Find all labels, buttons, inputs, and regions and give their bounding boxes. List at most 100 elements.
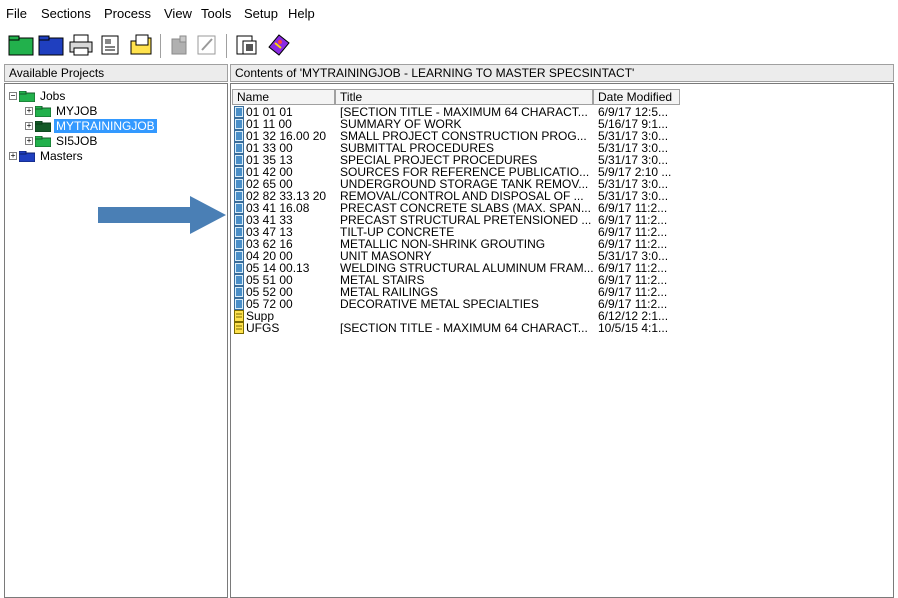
annotation-arrow: [98, 196, 226, 234]
cell-date: 6/9/17 11:2...: [598, 226, 668, 238]
menu-sections[interactable]: Sections: [41, 6, 91, 21]
table-row[interactable]: Supp 6/12/12 2:1...: [233, 310, 683, 322]
menu-tools[interactable]: Tools: [201, 6, 231, 21]
expand-icon[interactable]: +: [25, 137, 33, 145]
cell-title: SUMMARY OF WORK: [340, 118, 462, 130]
cell-date: 5/31/17 3:0...: [598, 130, 669, 142]
expand-icon[interactable]: +: [25, 122, 33, 130]
menu-process[interactable]: Process: [104, 6, 151, 21]
expand-icon[interactable]: +: [9, 152, 17, 160]
table-row[interactable]: 03 62 16 METALLIC NON-SHRINK GROUTING 6/9/…: [233, 238, 683, 250]
edit-disabled-icon[interactable]: [194, 32, 220, 58]
cell-title: SMALL PROJECT CONSTRUCTION PROG...: [340, 130, 587, 142]
cell-title: PRECAST CONCRETE SLABS (MAX. SPAN...: [340, 202, 591, 214]
column-header-title[interactable]: Title: [335, 89, 593, 105]
cell-title: METAL RAILINGS: [340, 286, 439, 298]
cell-name: 03 47 13: [246, 226, 293, 238]
document-icon: [234, 154, 244, 166]
expand-icon[interactable]: +: [25, 107, 33, 115]
contents-list: Name Title Date Modified 01 01 01 [SECTIO…: [230, 83, 894, 598]
toolbar-separator: [160, 34, 161, 58]
cell-name: 03 41 16.08: [246, 202, 310, 214]
open-file-icon[interactable]: [128, 32, 154, 58]
cell-date: 5/31/17 3:0...: [598, 142, 669, 154]
open-folder-icon[interactable]: [38, 32, 64, 58]
tree-item-mytrainingjob[interactable]: + MYTRAININGJOB: [25, 119, 157, 133]
column-header-name[interactable]: Name: [232, 89, 335, 105]
tree-item-jobs[interactable]: − Jobs: [9, 89, 67, 103]
table-row[interactable]: 01 33 00 SUBMITTAL PROCEDURES 5/31/17 3:0.…: [233, 142, 683, 154]
cell-date: 6/9/17 11:2...: [598, 262, 668, 274]
cell-title: DECORATIVE METAL SPECIALTIES: [340, 298, 539, 310]
cell-name: Supp: [246, 310, 275, 322]
table-row[interactable]: 05 14 00.13 WELDING STRUCTURAL ALUMINUM F…: [233, 262, 683, 274]
new-job-icon[interactable]: [8, 32, 34, 58]
document-icon: [234, 166, 244, 178]
document-icon: [234, 130, 244, 142]
table-row[interactable]: 03 47 13 TILT-UP CONCRETE 6/9/17 11:2...: [233, 226, 683, 238]
table-row[interactable]: 02 65 00 UNDERGROUND STORAGE TANK REMOV..…: [233, 178, 683, 190]
cell-date: 5/31/17 3:0...: [598, 178, 669, 190]
table-row[interactable]: 01 42 00 SOURCES FOR REFERENCE PUBLICATIO…: [233, 166, 683, 178]
tree-item-si5job[interactable]: + SI5JOB: [25, 134, 99, 148]
table-row[interactable]: 05 72 00 DECORATIVE METAL SPECIALTIES 6/9/…: [233, 298, 683, 310]
cell-title: PRECAST STRUCTURAL PRETENSIONED ...: [340, 214, 592, 226]
supplement-icon: [234, 322, 244, 334]
table-row[interactable]: 04 20 00 UNIT MASONRY 5/31/17 3:0...: [233, 250, 683, 262]
document-icon: [234, 214, 244, 226]
cell-title: UNDERGROUND STORAGE TANK REMOV...: [340, 178, 589, 190]
cell-date: 6/9/17 11:2...: [598, 202, 668, 214]
tree-item-masters[interactable]: + Masters: [9, 149, 85, 163]
disabled-tool-icon[interactable]: [166, 32, 192, 58]
cell-date: 5/31/17 3:0...: [598, 154, 669, 166]
menu-setup[interactable]: Setup: [244, 6, 278, 21]
document-icon: [234, 274, 244, 286]
cell-name: 01 11 00: [246, 118, 292, 130]
cell-name: 05 51 00: [246, 274, 293, 286]
project-tree: − Jobs + MYJOB + MYTRAININGJOB + SI5JOB …: [4, 83, 228, 598]
folder-icon: [34, 120, 52, 132]
cell-date: 5/31/17 3:0...: [598, 190, 669, 202]
cell-title: WELDING STRUCTURAL ALUMINUM FRAM...: [340, 262, 594, 274]
print-icon[interactable]: [68, 32, 94, 58]
cell-name: 05 14 00.13: [246, 262, 310, 274]
table-row[interactable]: 05 51 00 METAL STAIRS 6/9/17 11:2...: [233, 274, 683, 286]
cell-date: 6/9/17 11:2...: [598, 298, 668, 310]
menu-file[interactable]: File: [6, 6, 27, 21]
cell-name: 01 01 01: [246, 106, 293, 118]
table-row[interactable]: UFGS [SECTION TITLE - MAXIMUM 64 CHARACT.…: [233, 322, 683, 334]
cell-title: [SECTION TITLE - MAXIMUM 64 CHARACT...: [340, 106, 588, 118]
document-icon: [234, 106, 244, 118]
cell-title: SUBMITTAL PROCEDURES: [340, 142, 495, 154]
table-row[interactable]: 03 41 33 PRECAST STRUCTURAL PRETENSIONED …: [233, 214, 683, 226]
cell-name: 04 20 00: [246, 250, 293, 262]
collapse-icon[interactable]: −: [9, 92, 17, 100]
cell-name: 01 33 00: [246, 142, 293, 154]
document-icon: [234, 118, 244, 130]
cell-title: REMOVAL/CONTROL AND DISPOSAL OF ...: [340, 190, 584, 202]
cell-title: METALLIC NON-SHRINK GROUTING: [340, 238, 546, 250]
properties-icon[interactable]: [98, 32, 124, 58]
table-row[interactable]: 01 35 13 SPECIAL PROJECT PROCEDURES 5/31/1…: [233, 154, 683, 166]
cell-date: 5/16/17 9:1...: [598, 118, 669, 130]
cell-date: 6/9/17 12:5...: [598, 106, 669, 118]
menu-view[interactable]: View: [164, 6, 192, 21]
table-row[interactable]: 01 32 16.00 20 SMALL PROJECT CONSTRUCTION…: [233, 130, 683, 142]
table-row[interactable]: 01 11 00 SUMMARY OF WORK 5/16/17 9:1...: [233, 118, 683, 130]
cell-date: 5/9/17 2:10 ...: [598, 166, 672, 178]
menu-help[interactable]: Help: [288, 6, 315, 21]
cell-name: 05 52 00: [246, 286, 293, 298]
folder-icon: [18, 150, 36, 162]
tree-item-myjob[interactable]: + MYJOB: [25, 104, 99, 118]
table-row[interactable]: 05 52 00 METAL RAILINGS 6/9/17 11:2...: [233, 286, 683, 298]
book-icon[interactable]: [266, 32, 292, 58]
clipboard-icon[interactable]: [234, 32, 260, 58]
cell-name: 01 35 13: [246, 154, 293, 166]
table-row[interactable]: 01 01 01 [SECTION TITLE - MAXIMUM 64 CHAR…: [233, 106, 683, 118]
column-header-date-modified[interactable]: Date Modified: [593, 89, 680, 105]
document-icon: [234, 226, 244, 238]
cell-title: [SECTION TITLE - MAXIMUM 64 CHARACT...: [340, 322, 588, 334]
table-row[interactable]: 02 82 33.13 20 REMOVAL/CONTROL AND DISPOS…: [233, 190, 683, 202]
table-row[interactable]: 03 41 16.08 PRECAST CONCRETE SLABS (MAX. …: [233, 202, 683, 214]
cell-date: 5/31/17 3:0...: [598, 250, 669, 262]
